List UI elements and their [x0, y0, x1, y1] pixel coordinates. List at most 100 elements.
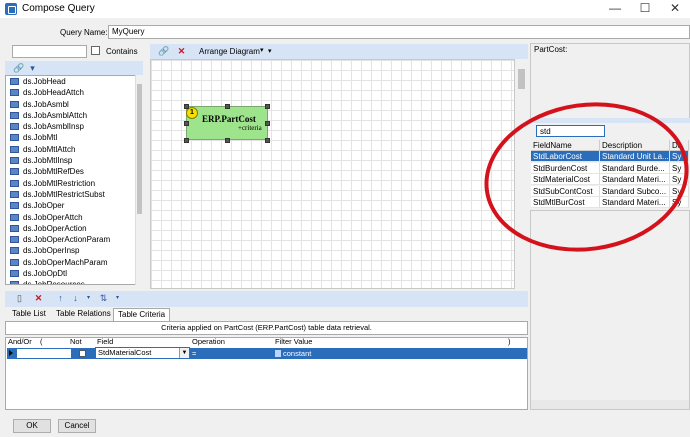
list-item[interactable]: ds.JobHeadAttch	[6, 87, 142, 98]
contains-checkbox[interactable]	[91, 46, 100, 55]
table-icon	[10, 247, 19, 255]
table-icon	[10, 111, 19, 119]
arrange-diagram-menu[interactable]: Arrange Diagram	[199, 47, 260, 56]
tab-table-relations[interactable]: Table Relations	[52, 308, 115, 321]
dropdown-arrow-icon[interactable]: ▾	[112, 293, 123, 303]
resize-handle[interactable]	[265, 104, 270, 109]
diagram-canvas[interactable]	[150, 59, 515, 289]
list-item[interactable]: ds.JobOperActionParam	[6, 234, 142, 245]
list-item-label: ds.JobOperAttch	[23, 212, 83, 222]
table-icon	[10, 145, 19, 153]
field-select[interactable]: StdMaterialCost	[95, 347, 190, 359]
minimize-button[interactable]: —	[600, 0, 630, 18]
partcost-label: PartCost:	[534, 45, 568, 54]
criteria-toolbar: ▯ ✕ ↑ ↓ ▾ ⇅ ▾	[5, 291, 528, 307]
list-item-label: ds.JobAsmblInsp	[23, 122, 84, 132]
resize-handle[interactable]	[184, 104, 189, 109]
delete-icon[interactable]: ✕	[33, 293, 44, 303]
close-button[interactable]: ✕	[660, 0, 690, 18]
dropdown-arrow-icon[interactable]: ▾	[83, 293, 94, 303]
list-item[interactable]: ds.JobMtlInsp	[6, 155, 142, 166]
list-item[interactable]: ds.JobOper	[6, 200, 142, 211]
list-item-label: ds.JobMtlRefDes	[23, 167, 84, 177]
arrow-down-icon[interactable]: ↓	[70, 293, 81, 303]
ok-button[interactable]: OK	[13, 419, 51, 433]
resize-handle[interactable]	[184, 138, 189, 143]
query-name-input[interactable]: MyQuery	[108, 25, 690, 39]
not-checkbox[interactable]	[79, 350, 86, 357]
resize-handle[interactable]	[265, 138, 270, 143]
list-item[interactable]: ds.JobMtlAttch	[6, 144, 142, 155]
list-item[interactable]: ds.JobOperInsp	[6, 245, 142, 256]
column-open-paren: (	[40, 337, 43, 346]
contains-label: Contains	[106, 47, 138, 56]
resize-handle[interactable]	[225, 104, 230, 109]
list-item-label: ds.JobMtlRestriction	[23, 178, 96, 188]
tab-table-criteria[interactable]: Table Criteria	[113, 308, 171, 321]
title-bar	[0, 0, 690, 18]
resize-handle[interactable]	[184, 121, 189, 126]
table-icon	[10, 157, 19, 165]
table-icon	[10, 168, 19, 176]
criteria-header: Criteria applied on PartCost (ERP.PartCo…	[5, 321, 528, 335]
table-icon	[10, 190, 19, 198]
list-item[interactable]: ds.JobMtlRestrictSubst	[6, 189, 142, 200]
operation-cell[interactable]: =	[192, 349, 196, 358]
cancel-button[interactable]: Cancel	[58, 419, 96, 433]
list-item[interactable]: ds.JobOperMachParam	[6, 257, 142, 268]
list-item[interactable]: ds.JobResources	[6, 279, 142, 284]
column-field: Field	[97, 337, 114, 346]
list-item-label: ds.JobHead	[23, 77, 66, 86]
list-item-label: ds.JobMtl	[23, 133, 58, 143]
table-icon	[10, 123, 19, 131]
andor-cell[interactable]	[16, 348, 72, 359]
chevron-down-icon[interactable]: ▾	[260, 46, 264, 54]
resize-handle[interactable]	[225, 138, 230, 143]
link-icon[interactable]: 🔗	[158, 46, 169, 56]
table-icon	[10, 202, 19, 210]
table-icon	[10, 270, 19, 278]
delete-icon[interactable]: ✕	[176, 46, 187, 56]
table-search-input[interactable]	[12, 45, 87, 58]
filter-value-cell[interactable]: constant	[283, 349, 311, 358]
list-item[interactable]: ds.JobMtl	[6, 132, 142, 143]
list-item-label: ds.JobHeadAttch	[23, 88, 84, 98]
list-item[interactable]: ds.JobOperAttch	[6, 212, 142, 223]
list-item[interactable]: ds.JobAsmblAttch	[6, 110, 142, 121]
list-item-label: ds.JobAsmbl	[23, 99, 69, 109]
table-icon	[10, 179, 19, 187]
column-andor: And/Or	[8, 337, 32, 346]
dropdown-arrow-icon[interactable]: ▾	[268, 47, 272, 55]
table-icon	[10, 258, 19, 266]
new-icon[interactable]: ▯	[14, 293, 25, 303]
resize-handle[interactable]	[265, 121, 270, 126]
chevron-down-icon[interactable]: ▼	[179, 348, 189, 358]
scrollbar-thumb[interactable]	[518, 69, 525, 89]
list-item-label: ds.JobMtlRestrictSubst	[23, 189, 105, 199]
table-icon	[10, 78, 19, 85]
maximize-button[interactable]: ☐	[630, 0, 660, 18]
list-item-label: ds.JobOpDtl	[23, 269, 68, 279]
list-item[interactable]: ds.JobMtlRestriction	[6, 178, 142, 189]
table-list-scrollbar[interactable]	[135, 75, 143, 285]
list-item[interactable]: ds.JobAsmblInsp	[6, 121, 142, 132]
list-item[interactable]: ds.JobMtlRefDes	[6, 166, 142, 177]
field-grid-hscrollbar[interactable]	[531, 400, 689, 409]
list-item-label: ds.JobOperAction	[23, 223, 87, 233]
constant-icon	[275, 350, 281, 357]
window-title: Compose Query	[22, 3, 95, 14]
diagram-toolbar: 🔗 ✕ Arrange Diagram ▾ ▾	[150, 44, 528, 59]
scrollbar-thumb[interactable]	[137, 84, 142, 214]
link-icon[interactable]: 🔗	[13, 63, 24, 73]
query-name-label: Query Name:	[60, 28, 108, 37]
list-item[interactable]: ds.JobOpDtl	[6, 268, 142, 279]
list-item[interactable]: ds.JobAsmbl	[6, 99, 142, 110]
column-filter-value: Filter Value	[275, 337, 313, 346]
list-item[interactable]: ds.JobOperAction	[6, 223, 142, 234]
dropdown-arrow-icon[interactable]: ▾	[27, 63, 38, 73]
list-item-label: ds.JobOperInsp	[23, 246, 80, 256]
tab-table-list[interactable]: Table List	[8, 308, 50, 321]
arrow-up-icon[interactable]: ↑	[55, 293, 66, 303]
list-item[interactable]: ds.JobHead	[6, 76, 142, 87]
sort-icon[interactable]: ⇅	[98, 293, 109, 303]
